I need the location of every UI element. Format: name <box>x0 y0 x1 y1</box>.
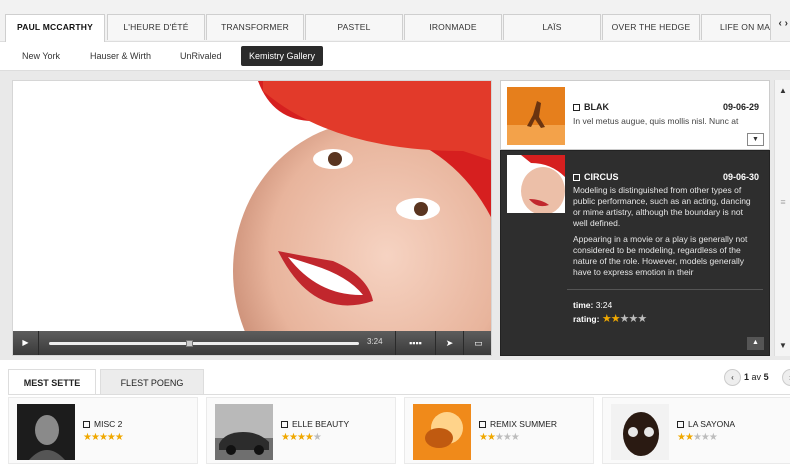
scroll-grip-icon[interactable]: ≡ <box>778 198 788 208</box>
playlist-item-date: 09-06-29 <box>722 102 759 112</box>
playlist-thumb-circus <box>507 155 565 213</box>
media-card[interactable]: MISC 2 ★★★★★ <box>8 397 198 464</box>
playlist-item-title: CIRCUS <box>573 172 619 182</box>
share-icon[interactable]: ➤ <box>435 331 463 355</box>
playlist-item-time: time: 3:24 <box>573 300 613 310</box>
star-empty-icon[interactable]: ★ <box>628 313 638 325</box>
card-rating: ★★★★★ <box>479 432 520 443</box>
star-filled-icon[interactable]: ★ <box>479 432 488 443</box>
card-title: ELLE BEAUTY <box>281 419 349 429</box>
media-card[interactable]: REMIX SUMMER ★★★★★ <box>404 397 594 464</box>
tab-pastel[interactable]: PASTEL <box>305 14 403 40</box>
card-title: LA SAYONA <box>677 419 735 429</box>
playlist-thumb-blak <box>507 87 565 145</box>
tab-mest-sette[interactable]: MEST SETTE <box>8 369 96 395</box>
playlist-item-title: BLAK <box>573 102 609 112</box>
star-empty-icon[interactable]: ★ <box>511 432 520 443</box>
media-card-list: MISC 2 ★★★★★ ELLE BEAUTY ★★★★★ REMIX SUM… <box>8 397 790 464</box>
star-filled-icon[interactable]: ★ <box>297 432 306 443</box>
subtab-new-york[interactable]: New York <box>14 46 68 66</box>
fullscreen-icon[interactable]: ▭ <box>463 331 491 355</box>
card-rating: ★★★★★ <box>281 432 322 443</box>
media-card[interactable]: LA SAYONA ★★★★★ <box>602 397 790 464</box>
star-empty-icon[interactable]: ★ <box>495 432 504 443</box>
expand-down-icon[interactable]: ▼ <box>747 133 764 146</box>
card-thumb <box>413 404 471 460</box>
tab-ironmade[interactable]: IRONMADE <box>404 14 502 40</box>
star-filled-icon[interactable]: ★ <box>107 432 116 443</box>
video-controls: ▶ 3:24 ▪▪▪▪ ➤ ▭ <box>13 331 491 355</box>
tab-flest-poeng[interactable]: FLEST POENG <box>100 369 204 395</box>
playlist-item-rating: rating: ★★★★★ <box>573 313 647 325</box>
video-icon <box>677 421 684 428</box>
star-empty-icon[interactable]: ★ <box>313 432 322 443</box>
page-indicator: 1 av 5 <box>744 372 769 382</box>
video-icon <box>479 421 486 428</box>
tab-lais[interactable]: LAÏS <box>503 14 601 40</box>
playlist-item-date: 09-06-30 <box>722 172 759 182</box>
star-filled-icon[interactable]: ★ <box>91 432 100 443</box>
playlist-item-desc: In vel metus augue, quis mollis nisl. Nu… <box>573 116 739 126</box>
card-rating: ★★★★★ <box>677 432 718 443</box>
star-empty-icon[interactable]: ★ <box>503 432 512 443</box>
top-tab-bar: PAUL MCCARTHY L'HEURE D'ÉTÉ TRANSFORMER … <box>0 0 790 43</box>
next-page-icon[interactable]: › <box>782 369 790 386</box>
media-card[interactable]: ELLE BEAUTY ★★★★★ <box>206 397 396 464</box>
star-filled-icon[interactable]: ★ <box>115 432 124 443</box>
star-filled-icon[interactable]: ★ <box>83 432 92 443</box>
star-filled-icon[interactable]: ★ <box>305 432 314 443</box>
scroll-up-icon[interactable]: ▲ <box>775 86 790 95</box>
card-thumb <box>215 404 273 460</box>
play-button[interactable]: ▶ <box>13 331 39 355</box>
prev-page-icon[interactable]: ‹ <box>724 369 741 386</box>
tab-over-the-hedge[interactable]: OVER THE HEDGE <box>602 14 700 40</box>
video-icon <box>83 421 90 428</box>
video-icon <box>573 174 580 181</box>
star-filled-icon[interactable]: ★ <box>685 432 694 443</box>
playlist-item-blak[interactable]: BLAK 09-06-29 In vel metus augue, quis m… <box>500 80 770 150</box>
video-player[interactable]: ▶ 3:24 ▪▪▪▪ ➤ ▭ <box>12 80 492 356</box>
playlist-item-desc: Modeling is distinguished from other typ… <box>573 185 751 228</box>
star-filled-icon[interactable]: ★ <box>99 432 108 443</box>
card-rating: ★★★★★ <box>83 432 124 443</box>
star-empty-icon[interactable]: ★ <box>701 432 710 443</box>
star-filled-icon[interactable]: ★ <box>602 313 612 325</box>
star-filled-icon[interactable]: ★ <box>289 432 298 443</box>
subtab-unrivaled[interactable]: UnRivaled <box>172 46 230 66</box>
playlist-item-circus[interactable]: CIRCUS 09-06-30 Modeling is distinguishe… <box>500 150 770 356</box>
video-frame-image <box>13 81 491 333</box>
star-filled-icon[interactable]: ★ <box>611 313 621 325</box>
card-thumb <box>611 404 669 460</box>
playlist-item-desc-more: Appearing in a movie or a play is genera… <box>573 234 748 277</box>
tab-transformer[interactable]: TRANSFORMER <box>206 14 304 40</box>
subtab-kemistry-gallery[interactable]: Kemistry Gallery <box>241 46 324 66</box>
star-filled-icon[interactable]: ★ <box>281 432 290 443</box>
quality-icon[interactable]: ▪▪▪▪ <box>395 331 435 355</box>
sub-tab-bar: New York Hauser & Wirth UnRivaled Kemist… <box>0 42 790 70</box>
card-title: REMIX SUMMER <box>479 419 557 429</box>
playlist-scrollbar[interactable]: ▲ ≡ ▼ <box>774 80 790 356</box>
tab-scroll-arrows[interactable]: ‹ › <box>779 18 788 29</box>
tab-paul-mccarthy[interactable]: PAUL MCCARTHY <box>5 14 105 43</box>
star-empty-icon[interactable]: ★ <box>709 432 718 443</box>
seek-bar[interactable] <box>49 340 359 347</box>
scroll-down-icon[interactable]: ▼ <box>775 341 790 350</box>
seek-handle[interactable] <box>186 340 193 347</box>
video-time: 3:24 <box>367 337 383 346</box>
playlist: BLAK 09-06-29 In vel metus augue, quis m… <box>500 80 770 356</box>
card-title: MISC 2 <box>83 419 122 429</box>
tab-life-on-ma[interactable]: LIFE ON MA <box>701 14 771 40</box>
video-icon <box>281 421 288 428</box>
card-thumb <box>17 404 75 460</box>
collapse-up-icon[interactable]: ▲ <box>747 337 764 350</box>
video-icon <box>573 104 580 111</box>
star-filled-icon[interactable]: ★ <box>677 432 686 443</box>
tab-lheure-dete[interactable]: L'HEURE D'ÉTÉ <box>107 14 205 40</box>
subtab-hauser-wirth[interactable]: Hauser & Wirth <box>82 46 159 66</box>
star-empty-icon[interactable]: ★ <box>693 432 702 443</box>
star-empty-icon[interactable]: ★ <box>637 313 647 325</box>
star-filled-icon[interactable]: ★ <box>487 432 496 443</box>
